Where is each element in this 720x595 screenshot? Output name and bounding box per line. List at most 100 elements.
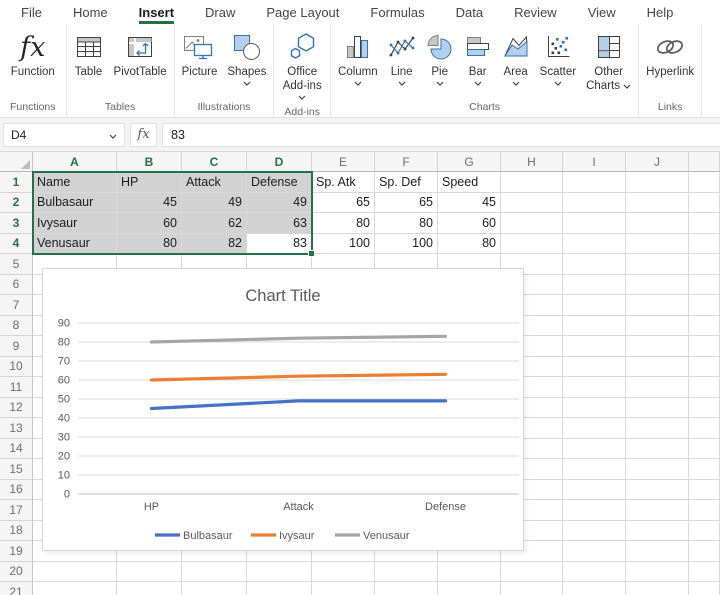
cell-J17[interactable] [626, 500, 689, 521]
cell-G4[interactable]: 80 [438, 234, 501, 255]
ribbon-button-hyperlink[interactable]: Hyperlink [641, 29, 699, 81]
cell-partial3[interactable] [689, 213, 720, 234]
cell-D21[interactable] [247, 582, 312, 595]
cell-partial12[interactable] [689, 398, 720, 419]
row-header-10[interactable]: 10 [0, 357, 33, 378]
ribbon-button-area[interactable]: Area [497, 29, 535, 91]
row-header-19[interactable]: 19 [0, 541, 33, 562]
cell-J7[interactable] [626, 295, 689, 316]
cell-partial9[interactable] [689, 336, 720, 357]
cell-partial13[interactable] [689, 418, 720, 439]
row-header-21[interactable]: 21 [0, 582, 33, 595]
chevron-down-icon[interactable] [554, 81, 562, 89]
cell-F21[interactable] [375, 582, 438, 595]
cell-G2[interactable]: 45 [438, 193, 501, 214]
column-header-partial[interactable] [689, 152, 720, 172]
chevron-down-icon[interactable] [512, 81, 520, 89]
row-header-17[interactable]: 17 [0, 500, 33, 521]
cell-partial20[interactable] [689, 562, 720, 583]
cell-E21[interactable] [312, 582, 375, 595]
ribbon-button-other-charts[interactable]: OtherCharts [581, 29, 636, 95]
cell-H21[interactable] [501, 582, 563, 595]
cell-I19[interactable] [563, 541, 626, 562]
row-header-20[interactable]: 20 [0, 562, 33, 583]
chevron-down-icon[interactable] [243, 81, 251, 89]
tab-insert[interactable]: Insert [139, 0, 174, 24]
cell-D4[interactable]: 83 [247, 234, 312, 255]
cell-I5[interactable] [563, 254, 626, 275]
cell-G21[interactable] [438, 582, 501, 595]
chevron-down-icon[interactable] [436, 81, 444, 89]
row-header-1[interactable]: 1 [0, 172, 33, 193]
formula-input[interactable]: 83 [162, 123, 720, 147]
column-header-I[interactable]: I [563, 152, 626, 172]
cell-I20[interactable] [563, 562, 626, 583]
ribbon-button-line[interactable]: Line [383, 29, 421, 91]
cell-F1[interactable]: Sp. Def [375, 172, 438, 193]
column-header-A[interactable]: A [33, 152, 117, 172]
row-header-7[interactable]: 7 [0, 295, 33, 316]
cell-J13[interactable] [626, 418, 689, 439]
cell-C21[interactable] [182, 582, 247, 595]
cell-J16[interactable] [626, 480, 689, 501]
cell-J19[interactable] [626, 541, 689, 562]
column-header-B[interactable]: B [117, 152, 182, 172]
row-header-9[interactable]: 9 [0, 336, 33, 357]
ribbon-button-pivottable[interactable]: PivotTable [109, 29, 172, 81]
cell-E2[interactable]: 65 [312, 193, 375, 214]
cell-C20[interactable] [182, 562, 247, 583]
cell-J14[interactable] [626, 439, 689, 460]
row-header-16[interactable]: 16 [0, 480, 33, 501]
cell-partial6[interactable] [689, 275, 720, 296]
cell-H1[interactable] [501, 172, 563, 193]
ribbon-button-office-add-ins[interactable]: Office Add-ins [278, 29, 327, 105]
cell-partial11[interactable] [689, 377, 720, 398]
tab-review[interactable]: Review [514, 0, 557, 24]
cell-I9[interactable] [563, 336, 626, 357]
cell-H4[interactable] [501, 234, 563, 255]
cell-E3[interactable]: 80 [312, 213, 375, 234]
cell-partial4[interactable] [689, 234, 720, 255]
cell-J18[interactable] [626, 521, 689, 542]
cell-C3[interactable]: 62 [182, 213, 247, 234]
tab-file[interactable]: File [21, 0, 42, 24]
cell-I12[interactable] [563, 398, 626, 419]
cell-partial21[interactable] [689, 582, 720, 595]
cell-J8[interactable] [626, 316, 689, 337]
row-header-8[interactable]: 8 [0, 316, 33, 337]
ribbon-button-column[interactable]: Column [333, 29, 383, 91]
cell-H2[interactable] [501, 193, 563, 214]
cell-J4[interactable] [626, 234, 689, 255]
tab-draw[interactable]: Draw [205, 0, 235, 24]
cell-partial5[interactable] [689, 254, 720, 275]
ribbon-button-function[interactable]: fxFunction [6, 29, 60, 81]
column-header-J[interactable]: J [626, 152, 689, 172]
ribbon-button-bar[interactable]: Bar [459, 29, 497, 91]
row-header-4[interactable]: 4 [0, 234, 33, 255]
cell-partial16[interactable] [689, 480, 720, 501]
cell-D20[interactable] [247, 562, 312, 583]
cell-E1[interactable]: Sp. Atk [312, 172, 375, 193]
cell-partial8[interactable] [689, 316, 720, 337]
cell-I2[interactable] [563, 193, 626, 214]
cell-partial2[interactable] [689, 193, 720, 214]
cell-A2[interactable]: Bulbasaur [33, 193, 117, 214]
cell-I1[interactable] [563, 172, 626, 193]
row-header-2[interactable]: 2 [0, 193, 33, 214]
tab-page-layout[interactable]: Page Layout [266, 0, 339, 24]
cell-J15[interactable] [626, 459, 689, 480]
cell-partial17[interactable] [689, 500, 720, 521]
cell-H20[interactable] [501, 562, 563, 583]
cell-partial15[interactable] [689, 459, 720, 480]
cell-A20[interactable] [33, 562, 117, 583]
cell-I18[interactable] [563, 521, 626, 542]
cell-E4[interactable]: 100 [312, 234, 375, 255]
column-header-H[interactable]: H [501, 152, 563, 172]
cell-J3[interactable] [626, 213, 689, 234]
chevron-down-icon[interactable] [109, 128, 117, 142]
cell-J11[interactable] [626, 377, 689, 398]
cell-J1[interactable] [626, 172, 689, 193]
cell-I4[interactable] [563, 234, 626, 255]
cell-I14[interactable] [563, 439, 626, 460]
chevron-down-icon[interactable] [298, 95, 306, 103]
